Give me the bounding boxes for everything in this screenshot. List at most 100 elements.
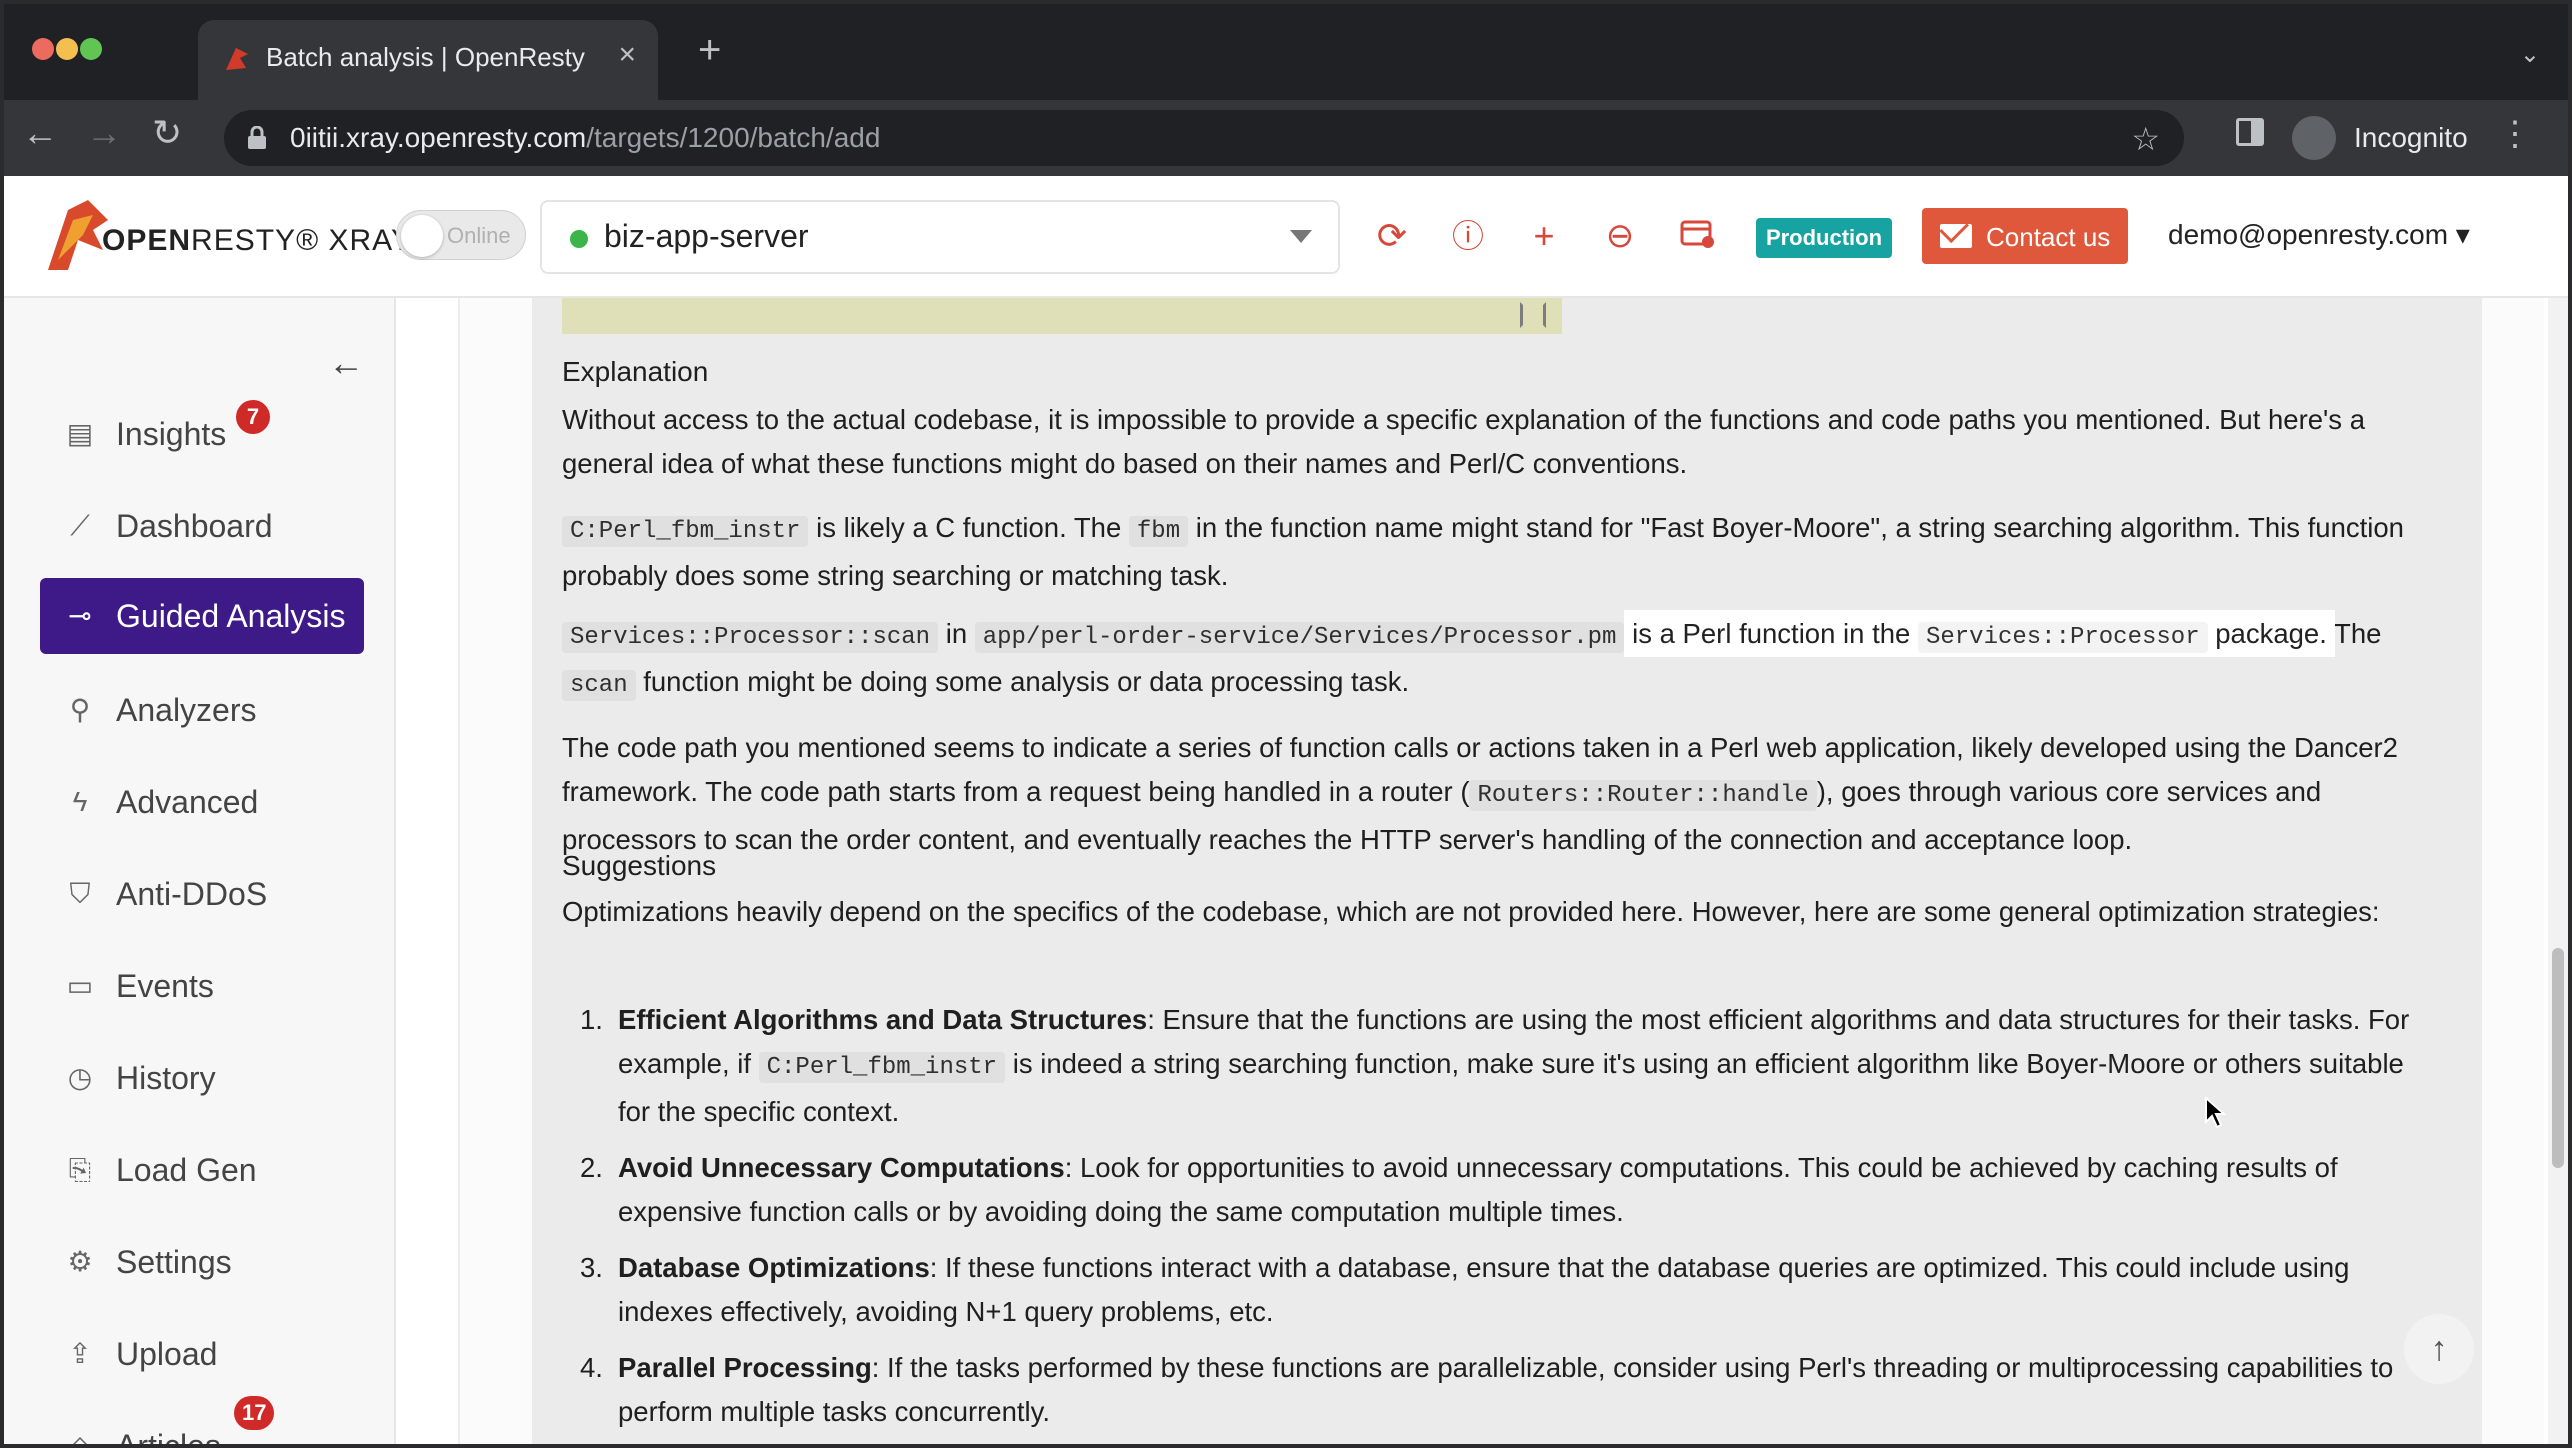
code-block-footer: [562, 298, 1562, 334]
lightning-icon: ϟ: [72, 786, 88, 817]
maximize-window-button[interactable]: [80, 38, 102, 60]
incognito-icon: [2292, 116, 2336, 160]
sidebar-item-history[interactable]: ◷ History: [40, 1040, 364, 1116]
logo-open: OPEN: [102, 224, 192, 257]
sidebar-item-label: Dashboard: [116, 508, 273, 544]
side-panel-icon[interactable]: [2236, 118, 2264, 146]
user-email: demo@openresty.com: [2168, 219, 2449, 250]
sidebar-item-label: Upload: [116, 1336, 218, 1372]
suggestion-title: Efficient Algorithms and Data Structures: [618, 1004, 1148, 1035]
calendar-icon: ▭: [66, 970, 94, 1001]
list-number: 4.: [580, 1352, 603, 1383]
url-path: /targets/1200/batch/add: [586, 122, 881, 153]
contact-us-button[interactable]: Contact us: [1922, 208, 2128, 264]
analysis-card: Explanation Without access to the actual…: [532, 298, 2482, 1444]
browser-menu-icon[interactable]: ⋮: [2498, 114, 2532, 154]
remove-icon[interactable]: ⊖: [1602, 218, 1638, 254]
production-badge: Production: [1756, 218, 1892, 258]
add-icon[interactable]: +: [1526, 218, 1562, 254]
openresty-xray-logo[interactable]: OPENRESTY® XRAY: [38, 190, 411, 280]
shield-icon: ⛉: [69, 878, 91, 909]
sidebar-item-articles[interactable]: ◇ Articles 17: [40, 1396, 364, 1444]
book-icon: ◇: [64, 1430, 96, 1444]
main-content: Explanation Without access to the actual…: [460, 298, 2544, 1444]
expand-icon[interactable]: [1520, 302, 1546, 328]
lock-icon: [248, 126, 266, 149]
sidebar-item-label: Settings: [116, 1244, 232, 1280]
inline-code: C:Perl_fbm_instr: [758, 1052, 1006, 1083]
list-item: 2. Avoid Unnecessary Computations: Look f…: [562, 1146, 2432, 1234]
url-text: 0iitii.xray.openresty.com/targets/1200/b…: [290, 122, 880, 154]
envelope-icon: [1940, 224, 1972, 248]
sidebar-item-label: Events: [116, 968, 214, 1004]
tab-title: Batch analysis | OpenResty XRay: [266, 42, 586, 72]
sidebar-item-guided-analysis[interactable]: ⊸ Guided Analysis: [40, 578, 364, 654]
target-name: biz-app-server: [604, 218, 809, 254]
reload-icon[interactable]: ↻: [152, 112, 182, 154]
online-label: Online: [447, 223, 511, 248]
text-span: is likely a C function. The: [808, 512, 1129, 543]
bookmark-star-icon[interactable]: ☆: [2131, 120, 2160, 158]
sidebar-item-label: Analyzers: [116, 692, 257, 728]
list-item: 1. Efficient Algorithms and Data Structur…: [562, 998, 2432, 1134]
sidebar-item-events[interactable]: ▭ Events: [40, 948, 364, 1024]
collapse-sidebar-arrow-icon[interactable]: ←: [328, 342, 364, 384]
load-icon: ⎘: [68, 1154, 92, 1185]
sidebar: ← ▤ Insights 7 ⟋ Dashboard ⊸ Guided Anal…: [4, 298, 396, 1444]
settings-window-icon[interactable]: [1680, 218, 1716, 254]
explanation-heading: Explanation: [562, 356, 709, 387]
sidebar-item-label: Articles: [116, 1428, 221, 1444]
scrollbar-thumb[interactable]: [2552, 948, 2564, 1168]
back-arrow-icon[interactable]: ←: [22, 112, 58, 154]
forward-arrow-icon[interactable]: →: [86, 112, 122, 154]
refresh-icon[interactable]: ⟳: [1374, 218, 1410, 254]
insights-count-badge: 7: [236, 400, 270, 434]
sidebar-item-anti-ddos[interactable]: ⛉ Anti-DDoS: [40, 856, 364, 932]
online-toggle[interactable]: Online: [396, 210, 526, 260]
articles-count-badge: 17: [234, 1396, 275, 1430]
inline-code: Services::Processor::scan: [562, 622, 939, 653]
tab-close-icon[interactable]: ×: [618, 38, 636, 72]
suggestions-heading: Suggestions: [562, 850, 717, 881]
chevron-down-icon: [1290, 230, 1312, 243]
inline-code: C:Perl_fbm_instr: [562, 516, 809, 547]
sidebar-item-settings[interactable]: ⚙ Settings: [40, 1224, 364, 1300]
tab-search-chevron-icon[interactable]: ⌄: [2520, 40, 2540, 69]
suggestions-intro: Optimizations heavily depend on the spec…: [562, 896, 2380, 927]
sidebar-item-load-gen[interactable]: ⎘ Load Gen: [40, 1132, 364, 1208]
text-span: The: [2326, 618, 2382, 649]
url-input[interactable]: 0iitii.xray.openresty.com/targets/1200/b…: [224, 110, 2184, 166]
sidebar-item-label: Guided Analysis: [116, 598, 346, 634]
minimize-window-button[interactable]: [56, 38, 78, 60]
text-span: is a Perl function in the: [1632, 618, 1918, 649]
perl-fbm-paragraph: C:Perl_fbm_instr is likely a C function.…: [562, 506, 2462, 598]
close-window-button[interactable]: [32, 38, 54, 60]
new-tab-button[interactable]: +: [698, 30, 721, 70]
url-host: 0iitii.xray.openresty.com: [290, 122, 587, 153]
sidebar-item-analyzers[interactable]: ⚲ Analyzers: [40, 672, 364, 748]
sidebar-item-upload[interactable]: ⇪ Upload: [40, 1316, 364, 1392]
logo-resty: RESTY: [191, 224, 297, 257]
suggestion-title: Parallel Processing: [618, 1352, 872, 1383]
list-number: 1.: [580, 1004, 603, 1035]
info-icon[interactable]: ⓘ: [1450, 218, 1486, 254]
sidebar-item-insights[interactable]: ▤ Insights 7: [40, 396, 364, 472]
page-scrollbar[interactable]: [2548, 298, 2568, 1444]
code-path-paragraph: The code path you mentioned seems to ind…: [562, 726, 2462, 862]
sidebar-item-dashboard[interactable]: ⟋ Dashboard: [40, 488, 364, 564]
content-gutter: [398, 298, 460, 1444]
tab-bar: Batch analysis | OpenResty XRay × + ⌄: [4, 4, 2568, 100]
target-selector[interactable]: biz-app-server: [540, 200, 1340, 274]
browser-tab[interactable]: Batch analysis | OpenResty XRay ×: [198, 20, 658, 100]
sidebar-item-label: History: [116, 1060, 216, 1096]
suggestions-list: 1. Efficient Algorithms and Data Structur…: [562, 998, 2432, 1444]
scroll-to-top-arrow-icon[interactable]: ↑: [2404, 1314, 2474, 1384]
user-menu[interactable]: demo@openresty.com ▾: [2168, 218, 2470, 251]
inline-code: Routers::Router::handle: [1469, 780, 1817, 811]
sidebar-item-advanced[interactable]: ϟ Advanced: [40, 764, 364, 840]
inline-code: fbm: [1128, 516, 1189, 547]
app-header: OPENRESTY® XRAY Online biz-app-server ⟳ …: [4, 176, 2568, 298]
processor-scan-paragraph: Services::Processor::scan in app/perl-or…: [562, 612, 2462, 708]
search-icon: ⚲: [69, 694, 91, 725]
text-span: function might be doing some analysis or…: [635, 666, 1410, 697]
